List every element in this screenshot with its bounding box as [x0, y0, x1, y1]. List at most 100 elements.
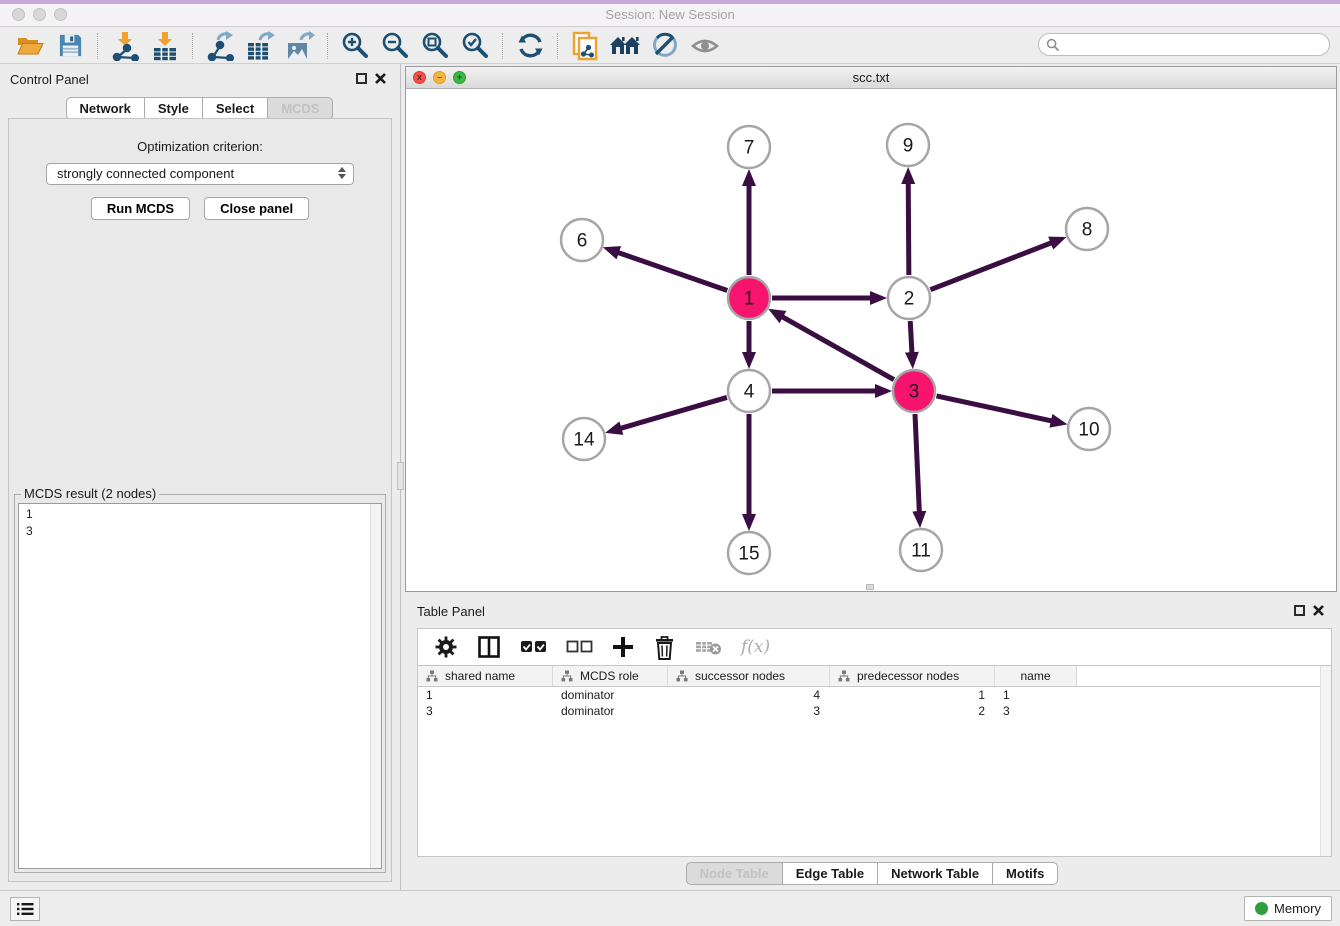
clone-network-icon[interactable]: [565, 30, 605, 62]
delete-column-icon[interactable]: [653, 635, 676, 660]
import-network-icon[interactable]: [105, 30, 145, 62]
table-tab-node-table[interactable]: Node Table: [686, 862, 783, 885]
edge-2-3[interactable]: [910, 321, 912, 354]
table-tab-motifs[interactable]: Motifs: [992, 862, 1058, 885]
add-column-icon[interactable]: [612, 636, 634, 658]
tree-attribute-icon: [561, 670, 573, 682]
task-history-button[interactable]: [10, 897, 40, 921]
table-panel-tabs: Node TableEdge TableNetwork TableMotifs: [405, 862, 1340, 885]
import-table-icon[interactable]: [145, 30, 185, 62]
edge-2-9[interactable]: [908, 182, 909, 275]
network-resize-handle[interactable]: [866, 584, 874, 590]
settings-gear-icon[interactable]: [434, 635, 458, 659]
control-panel: Control Panel NetworkStyleSelectMCDS Opt…: [0, 64, 401, 890]
cell-successor-nodes[interactable]: 4: [668, 688, 830, 702]
cell-name[interactable]: 1: [995, 688, 1077, 702]
export-network-icon[interactable]: [200, 30, 240, 62]
export-image-icon[interactable]: [280, 30, 320, 62]
search-input[interactable]: [1060, 38, 1329, 52]
apply-layout-icon[interactable]: [510, 30, 550, 62]
hide-selected-icon[interactable]: [645, 30, 685, 62]
cell-predecessor-nodes[interactable]: 1: [830, 688, 995, 702]
column-header-MCDS-role[interactable]: MCDS role: [553, 666, 668, 686]
node-table[interactable]: shared nameMCDS rolesuccessor nodesprede…: [417, 666, 1332, 857]
table-row[interactable]: 3dominator323: [418, 703, 1331, 719]
function-builder-icon[interactable]: f(x): [741, 637, 770, 657]
table-tab-edge-table[interactable]: Edge Table: [782, 862, 878, 885]
float-table-panel-icon[interactable]: [1294, 605, 1305, 616]
show-hidden-icon[interactable]: [685, 30, 725, 62]
save-session-icon[interactable]: [50, 30, 90, 62]
zoom-out-icon[interactable]: [375, 30, 415, 62]
column-layout-icon[interactable]: [477, 635, 501, 659]
column-header-shared-name[interactable]: shared name: [418, 666, 553, 686]
tab-network[interactable]: Network: [66, 97, 145, 120]
open-file-icon[interactable]: [10, 30, 50, 62]
mcds-result-text[interactable]: 1 3: [18, 503, 382, 869]
cell-shared-name[interactable]: 3: [418, 704, 553, 718]
close-panel-button[interactable]: Close panel: [204, 197, 309, 220]
graph-edges[interactable]: [617, 182, 1053, 516]
tree-attribute-icon: [676, 670, 688, 682]
node-label-4: 4: [744, 382, 755, 403]
cell-shared-name[interactable]: 1: [418, 688, 553, 702]
run-mcds-button[interactable]: Run MCDS: [91, 197, 190, 220]
zoom-selected-icon[interactable]: [455, 30, 495, 62]
network-maximize-icon[interactable]: +: [453, 71, 466, 84]
tab-mcds[interactable]: MCDS: [267, 97, 333, 120]
edge-4-14[interactable]: [620, 397, 727, 428]
edge-2-8[interactable]: [930, 242, 1052, 289]
export-table-icon[interactable]: [240, 30, 280, 62]
table-row[interactable]: 1dominator411: [418, 687, 1331, 703]
cytoscape-window: Session: New Session: [0, 0, 1340, 926]
cell-name[interactable]: 3: [995, 704, 1077, 718]
close-table-panel-icon[interactable]: [1312, 604, 1325, 617]
cell-MCDS-role[interactable]: dominator: [553, 688, 668, 702]
home-views-icon[interactable]: [605, 30, 645, 62]
delete-table-icon[interactable]: [695, 638, 722, 656]
control-panel-title: Control Panel: [10, 72, 89, 87]
memory-button[interactable]: Memory: [1244, 896, 1332, 921]
column-header-successor-nodes[interactable]: successor nodes: [668, 666, 830, 686]
network-canvas[interactable]: 7968124314101511: [406, 89, 1336, 591]
select-all-columns-icon[interactable]: [520, 640, 547, 654]
criterion-select[interactable]: strongly connected component: [46, 163, 354, 185]
node-label-15: 15: [738, 544, 759, 565]
table-panel: Table Panel: [405, 596, 1340, 890]
network-minimize-icon[interactable]: –: [433, 71, 446, 84]
toolbar-separator: [557, 33, 558, 59]
cell-predecessor-nodes[interactable]: 2: [830, 704, 995, 718]
result-scrollbar[interactable]: [370, 504, 381, 868]
close-panel-icon[interactable]: [374, 72, 387, 85]
edge-3-10[interactable]: [936, 396, 1052, 421]
edge-3-11[interactable]: [915, 414, 919, 513]
mcds-result-title: MCDS result (2 nodes): [21, 486, 159, 501]
network-window-titlebar[interactable]: x – + scc.txt: [406, 67, 1336, 89]
panel-splitter-handle[interactable]: [397, 462, 404, 490]
zoom-in-icon[interactable]: [335, 30, 375, 62]
search-icon: [1046, 38, 1060, 52]
column-header-name[interactable]: name: [995, 666, 1077, 686]
status-bar: Memory: [0, 890, 1340, 926]
node-label-6: 6: [577, 231, 588, 252]
node-label-11: 11: [911, 541, 931, 562]
tree-attribute-icon: [838, 670, 850, 682]
node-label-8: 8: [1082, 220, 1093, 241]
list-icon: [16, 902, 34, 916]
cell-successor-nodes[interactable]: 3: [668, 704, 830, 718]
table-tab-network-table[interactable]: Network Table: [877, 862, 993, 885]
network-close-icon[interactable]: x: [413, 71, 426, 84]
zoom-fit-icon[interactable]: [415, 30, 455, 62]
cell-MCDS-role[interactable]: dominator: [553, 704, 668, 718]
graph-svg[interactable]: 7968124314101511: [406, 89, 1336, 591]
edge-1-6[interactable]: [617, 252, 727, 290]
float-panel-icon[interactable]: [356, 73, 367, 84]
tab-style[interactable]: Style: [144, 97, 203, 120]
edge-3-1[interactable]: [781, 316, 894, 380]
window-title: Session: New Session: [0, 7, 1340, 22]
deselect-all-columns-icon[interactable]: [566, 640, 593, 654]
tab-select[interactable]: Select: [202, 97, 268, 120]
toolbar-separator: [327, 33, 328, 59]
column-header-predecessor-nodes[interactable]: predecessor nodes: [830, 666, 995, 686]
table-scrollbar[interactable]: [1320, 666, 1331, 856]
